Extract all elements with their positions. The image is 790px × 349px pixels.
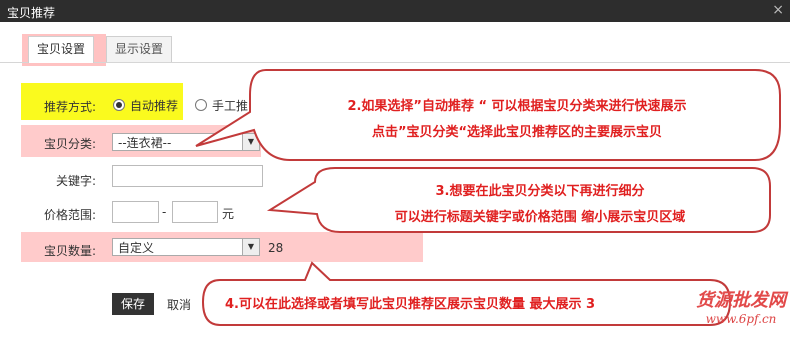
callout-4-line1: 4.可以在此选择或者填写此宝贝推荐区展示宝贝数量 最大展示 3 [225,297,596,312]
callout-2-line1: 2.如果选择”自动推荐 “ 可以根据宝贝分类来进行快速展示 [347,99,687,114]
callout-3-line2: 可以进行标题关键字或价格范围 缩小展示宝贝区域 [394,210,686,225]
watermark-text: 货源批发网 [696,290,786,311]
watermark-url: www.6pf.cn [705,312,777,326]
callout-3-line1: 3.想要在此宝贝分类以下再进行细分 [435,184,645,199]
watermark-logo: 货源批发网 www.6pf.cn [692,286,790,346]
callout-2-line2: 点击”宝贝分类“选择此宝贝推荐区的主要展示宝贝 [371,125,663,140]
callout-2-bubble [195,69,781,161]
